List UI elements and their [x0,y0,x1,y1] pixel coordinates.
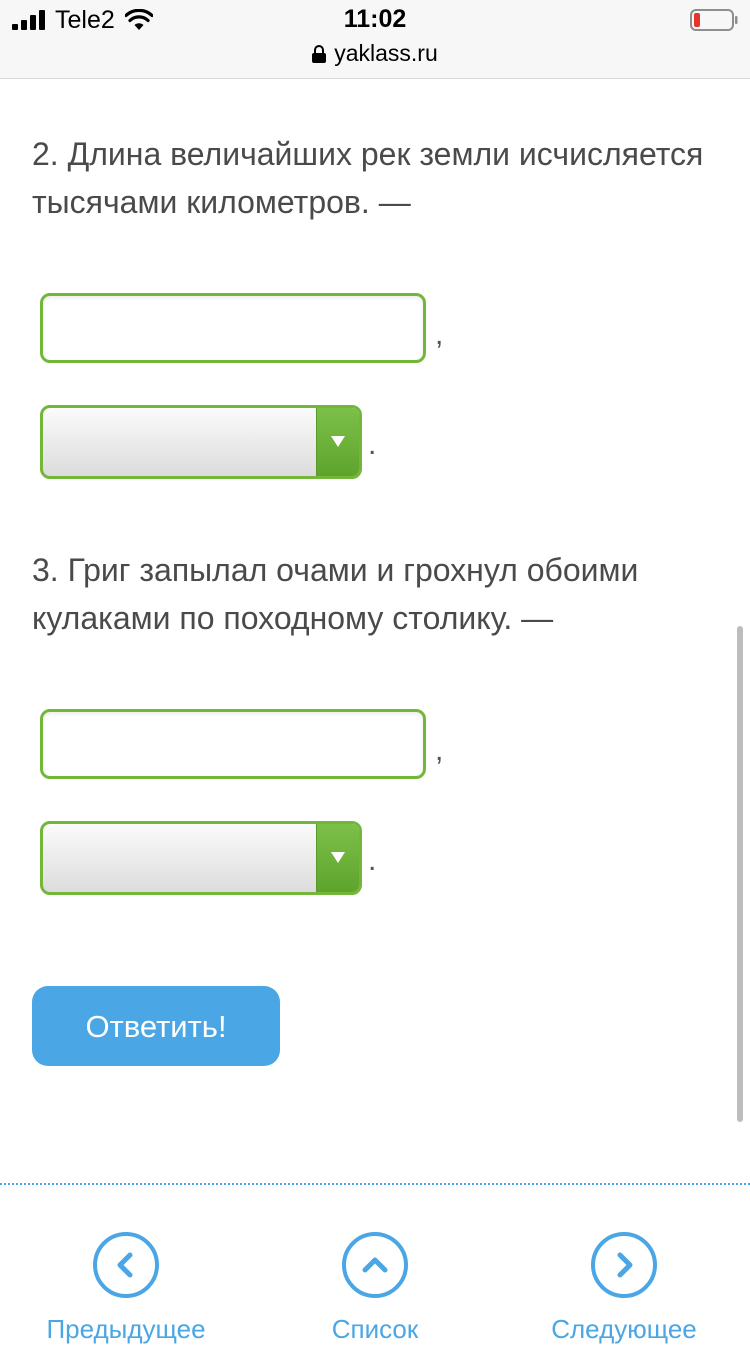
dropdown-toggle[interactable] [316,824,359,892]
list-button[interactable]: Список [265,1232,485,1345]
period-separator: . [368,428,377,461]
chevron-left-icon [117,1252,133,1278]
question-2-dropdown[interactable] [40,405,362,479]
scrollbar[interactable] [737,626,743,1122]
status-bar: Tele2 11:02 yaklass.ru [0,0,750,79]
dotted-divider [0,1183,750,1185]
nav-circle [93,1232,159,1298]
question-3-text: 3. Григ запылал очами и грохнул обоими к… [32,552,639,636]
chevron-right-icon [617,1252,633,1278]
address-bar[interactable]: yaklass.ru [0,40,750,67]
list-label: Список [331,1314,419,1344]
chevron-down-icon [331,436,345,447]
question-3-dropdown[interactable] [40,821,362,895]
nav-circle [591,1232,657,1298]
next-label: Следующее [551,1314,697,1344]
period-separator: . [368,844,377,877]
question-3-input[interactable] [40,709,426,779]
comma-separator: , [435,734,444,767]
clock: 11:02 [343,5,407,33]
question-2-input[interactable] [40,293,426,363]
next-button[interactable]: Следующее [514,1232,734,1345]
previous-label: Предыдущее [46,1314,206,1344]
chevron-up-icon [362,1257,388,1273]
lock-icon [312,45,327,63]
nav-circle [342,1232,408,1298]
url-text: yaklass.ru [334,40,438,66]
previous-button[interactable]: Предыдущее [16,1232,236,1345]
question-2-text: 2. Длина величайших рек земли исчисляетс… [32,136,704,220]
dropdown-toggle[interactable] [316,408,359,476]
battery-icon [690,9,738,31]
chevron-down-icon [331,852,345,863]
answer-button[interactable]: Ответить! [32,986,280,1066]
comma-separator: , [435,318,444,351]
